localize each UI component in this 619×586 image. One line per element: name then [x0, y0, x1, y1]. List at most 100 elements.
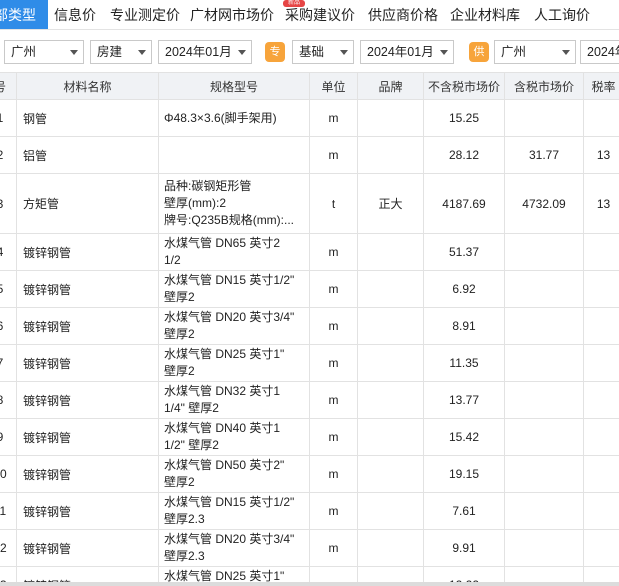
tab-supplier-price[interactable]: 供应商价格: [368, 0, 438, 29]
col-header-name[interactable]: 材料名称: [16, 72, 159, 100]
cell-material-name: 镀锌钢管: [16, 307, 159, 345]
cell-row-number: 13: [0, 566, 17, 582]
cell-spec-model: 水煤气管 DN15 英寸1/2" 壁厚2.3: [158, 492, 310, 530]
tab-enterprise-material-lib[interactable]: 企业材料库: [450, 0, 520, 29]
cell-price-excl-tax: 51.37: [423, 233, 505, 271]
col-header-no[interactable]: 号: [0, 72, 17, 100]
cell-brand: [357, 381, 424, 419]
col-header-tax-price[interactable]: 含税市场价: [504, 72, 584, 100]
cell-price-incl-tax: 31.77: [504, 136, 584, 174]
cell-spec-model: 水煤气管 DN20 英寸3/4" 壁厚2.3: [158, 529, 310, 567]
table-row[interactable]: 5镀锌钢管水煤气管 DN15 英寸1/2" 壁厚2m 6.92: [0, 270, 619, 308]
cell-material-name: 镀锌钢管: [16, 455, 159, 493]
col-header-spec[interactable]: 规格型号: [158, 72, 310, 100]
chevron-down-icon: [70, 50, 78, 55]
month-select-3[interactable]: 2024年: [580, 40, 619, 64]
cell-tax-rate: 13: [583, 136, 619, 174]
month-select[interactable]: 2024年01月: [158, 40, 252, 64]
table-row[interactable]: 7镀锌钢管水煤气管 DN25 英寸1" 壁厚2m 11.35: [0, 344, 619, 382]
cell-tax-rate: [583, 455, 619, 493]
cell-price-excl-tax: 28.12: [423, 136, 505, 174]
cell-brand: [357, 344, 424, 382]
cell-tax-rate: [583, 99, 619, 137]
cell-price-excl-tax: 7.61: [423, 492, 505, 530]
tab-labor-inquiry[interactable]: 人工询价: [534, 0, 590, 29]
cell-brand: [357, 270, 424, 308]
table-row[interactable]: 12镀锌钢管水煤气管 DN20 英寸3/4" 壁厚2.3m 9.91: [0, 529, 619, 567]
col-header-tax-rate[interactable]: 税率: [583, 72, 619, 100]
filter-bar: 广州 房建 2024年01月 专 基础 2024年01月 供 广州 2024年: [0, 30, 619, 72]
category-select[interactable]: 房建: [90, 40, 152, 64]
cell-row-number: 5: [0, 270, 17, 308]
table-row[interactable]: 13镀锌钢管水煤气管 DN25 英寸1" 壁厚2.3m 12.22: [0, 566, 619, 582]
cell-unit: m: [309, 233, 358, 271]
table-row[interactable]: 1钢管Φ48.3×3.6(脚手架用)m 15.25: [0, 99, 619, 137]
cell-brand: [357, 233, 424, 271]
cell-price-incl-tax: [504, 99, 584, 137]
table-row[interactable]: 3方矩管品种:碳钢矩形管 壁厚(mm):2 牌号:Q235B规格(mm):...…: [0, 173, 619, 234]
supplier-tag-icon: 供: [469, 42, 489, 62]
cell-unit: m: [309, 344, 358, 382]
table-row[interactable]: 4镀锌钢管水煤气管 DN65 英寸2 1/2m 51.37: [0, 233, 619, 271]
tab-info-price[interactable]: 信息价: [54, 0, 96, 29]
cell-tax-rate: 13: [583, 173, 619, 234]
table-row[interactable]: 10镀锌钢管水煤气管 DN50 英寸2" 壁厚2m 19.15: [0, 455, 619, 493]
tab-category-type[interactable]: 部类型: [0, 0, 48, 29]
cell-tax-rate: [583, 381, 619, 419]
cell-unit: m: [309, 307, 358, 345]
cell-brand: [357, 99, 424, 137]
cell-unit: m: [309, 492, 358, 530]
chevron-down-icon: [138, 50, 146, 55]
cell-spec-model: 水煤气管 DN65 英寸2 1/2: [158, 233, 310, 271]
col-header-price[interactable]: 不含税市场价: [423, 72, 505, 100]
month-select-2[interactable]: 2024年01月: [360, 40, 454, 64]
cell-price-excl-tax: 15.25: [423, 99, 505, 137]
table-row[interactable]: 11镀锌钢管水煤气管 DN15 英寸1/2" 壁厚2.3m 7.61: [0, 492, 619, 530]
cell-row-number: 4: [0, 233, 17, 271]
table-row[interactable]: 9镀锌钢管水煤气管 DN40 英寸1 1/2" 壁厚2m 15.42: [0, 418, 619, 456]
cell-brand: [357, 455, 424, 493]
cell-price-excl-tax: 9.91: [423, 529, 505, 567]
cell-price-excl-tax: 12.22: [423, 566, 505, 582]
chevron-down-icon: [340, 50, 348, 55]
cell-material-name: 镀锌钢管: [16, 381, 159, 419]
horizontal-scrollbar[interactable]: [0, 582, 619, 586]
col-header-brand[interactable]: 品牌: [357, 72, 424, 100]
base-select[interactable]: 基础: [292, 40, 354, 64]
cell-material-name: 镀锌钢管: [16, 233, 159, 271]
tab-professional-price[interactable]: 专业测定价: [110, 0, 180, 29]
cell-brand: [357, 566, 424, 582]
cell-price-excl-tax: 13.77: [423, 381, 505, 419]
cell-tax-rate: [583, 492, 619, 530]
cell-spec-model: 品种:碳钢矩形管 壁厚(mm):2 牌号:Q235B规格(mm):...: [158, 173, 310, 234]
cell-material-name: 镀锌钢管: [16, 492, 159, 530]
cell-unit: m: [309, 136, 358, 174]
cell-spec-model: Φ48.3×3.6(脚手架用): [158, 99, 310, 137]
cell-price-excl-tax: 15.42: [423, 418, 505, 456]
cell-spec-model: [158, 136, 310, 174]
cell-spec-model: 水煤气管 DN20 英寸3/4" 壁厚2: [158, 307, 310, 345]
cell-row-number: 9: [0, 418, 17, 456]
cell-price-incl-tax: [504, 492, 584, 530]
table-row[interactable]: 8镀锌钢管水煤气管 DN32 英寸1 1/4" 壁厚2m 13.77: [0, 381, 619, 419]
cell-unit: m: [309, 566, 358, 582]
cell-brand: [357, 492, 424, 530]
city-select[interactable]: 广州: [4, 40, 84, 64]
cell-spec-model: 水煤气管 DN15 英寸1/2" 壁厚2: [158, 270, 310, 308]
tab-purchase-suggest-price[interactable]: 采购建议价: [285, 0, 355, 29]
cell-row-number: 11: [0, 492, 17, 530]
cell-row-number: 12: [0, 529, 17, 567]
cell-tax-rate: [583, 566, 619, 582]
city-select-2[interactable]: 广州: [494, 40, 576, 64]
table-row[interactable]: 6镀锌钢管水煤气管 DN20 英寸3/4" 壁厚2m 8.91: [0, 307, 619, 345]
cell-material-name: 方矩管: [16, 173, 159, 234]
professional-tag-icon: 专: [265, 42, 285, 62]
table-header-row: 号 材料名称 规格型号 单位 品牌 不含税市场价 含税市场价 税率: [0, 72, 619, 100]
col-header-unit[interactable]: 单位: [309, 72, 358, 100]
cell-unit: m: [309, 270, 358, 308]
cell-tax-rate: [583, 233, 619, 271]
table-row[interactable]: 2铝管 m 28.1231.7713: [0, 136, 619, 174]
cell-row-number: 2: [0, 136, 17, 174]
cell-price-incl-tax: [504, 233, 584, 271]
tab-gc-market-price[interactable]: 广材网市场价: [190, 0, 274, 29]
